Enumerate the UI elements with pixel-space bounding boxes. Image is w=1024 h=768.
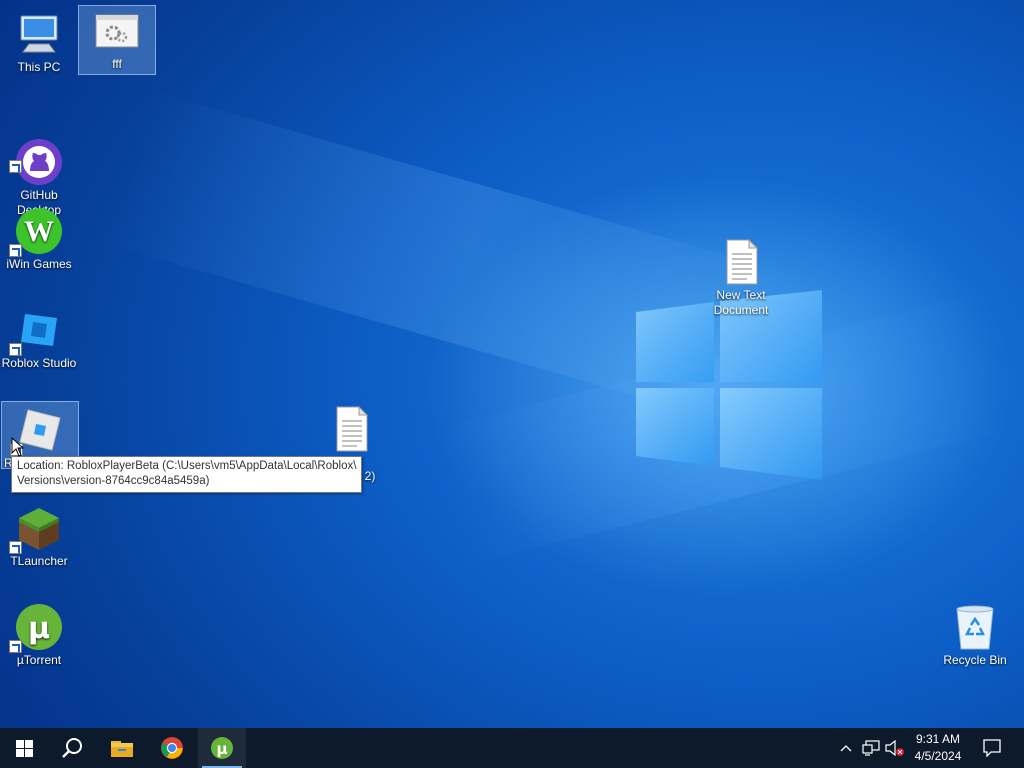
network-tray-button[interactable] xyxy=(860,728,882,768)
roblox-studio-icon xyxy=(9,306,63,356)
icon-location-tooltip: Location: RobloxPlayerBeta (C:\Users\vm5… xyxy=(11,456,363,493)
desktop-icon-this-pc[interactable]: This PC xyxy=(1,6,77,75)
tlauncher-icon xyxy=(9,504,63,554)
settings-file-icon xyxy=(95,14,139,48)
desktop-icon-label: New Text Document xyxy=(713,288,769,317)
action-center-button[interactable] xyxy=(974,728,1010,768)
file-explorer-icon xyxy=(111,741,133,757)
taskbar: µ 9:31 AM 4/5/2024 xyxy=(0,728,1024,768)
action-center-icon xyxy=(983,739,1001,757)
svg-text:µ: µ xyxy=(28,611,50,646)
desktop-icon-utorrent[interactable]: µ µTorrent xyxy=(1,599,77,668)
network-icon xyxy=(862,740,880,756)
utorrent-icon: µ xyxy=(9,603,63,653)
windows-start-icon xyxy=(15,739,33,757)
shortcut-arrow-icon xyxy=(9,541,22,554)
volume-tray-button[interactable] xyxy=(884,728,906,768)
mouse-cursor-icon xyxy=(11,437,25,457)
shortcut-arrow-icon xyxy=(9,640,22,653)
search-button[interactable] xyxy=(48,728,96,768)
text-document-icon xyxy=(717,223,765,285)
taskbar-chrome[interactable] xyxy=(148,728,196,768)
clock-date: 4/5/2024 xyxy=(914,749,962,763)
desktop-icon-label: This PC xyxy=(17,60,61,74)
search-icon xyxy=(62,738,82,758)
iwin-games-icon: W xyxy=(9,207,63,257)
svg-text:W: W xyxy=(24,215,54,248)
chrome-icon xyxy=(161,737,183,759)
taskbar-utorrent[interactable]: µ xyxy=(198,728,246,768)
desktop-icon-iwin-games[interactable]: W iWin Games xyxy=(1,203,77,272)
desktop-icon-label: Recycle Bin xyxy=(943,653,1007,667)
utorrent-icon: µ xyxy=(211,737,233,759)
desktop-icon-recycle-bin[interactable]: Recycle Bin xyxy=(937,599,1013,668)
recycle-bin-icon xyxy=(951,603,999,651)
desktop-icon-new-text-document[interactable]: New Text Document xyxy=(703,204,779,333)
shortcut-arrow-icon xyxy=(9,244,22,257)
chevron-up-icon xyxy=(840,745,852,752)
github-desktop-icon xyxy=(9,123,63,185)
this-pc-icon xyxy=(15,10,63,58)
desktop-icon-label: µTorrent xyxy=(16,653,62,667)
desktop-icon-tlauncher[interactable]: TLauncher xyxy=(1,500,77,569)
clock-time: 9:31 AM xyxy=(915,732,961,746)
show-hidden-icons-button[interactable] xyxy=(836,728,856,768)
desktop-icon-label: fff xyxy=(112,57,122,71)
desktop-icon-fff[interactable]: fff xyxy=(78,5,156,75)
svg-text:µ: µ xyxy=(216,740,227,758)
shortcut-arrow-icon xyxy=(9,160,22,173)
text-document-icon xyxy=(327,405,375,453)
shortcut-arrow-icon xyxy=(9,343,22,356)
volume-muted-icon xyxy=(885,740,904,756)
taskbar-file-explorer[interactable] xyxy=(98,728,146,768)
start-button[interactable] xyxy=(0,728,48,768)
desktop-icon-roblox-studio[interactable]: Roblox Studio xyxy=(1,302,77,371)
desktop-icon-label: Roblox Studio xyxy=(1,356,77,370)
desktop-icon-label: iWin Games xyxy=(6,257,72,271)
taskbar-clock[interactable]: 9:31 AM 4/5/2024 xyxy=(906,731,970,765)
desktop-icon-label: TLauncher xyxy=(10,554,68,568)
